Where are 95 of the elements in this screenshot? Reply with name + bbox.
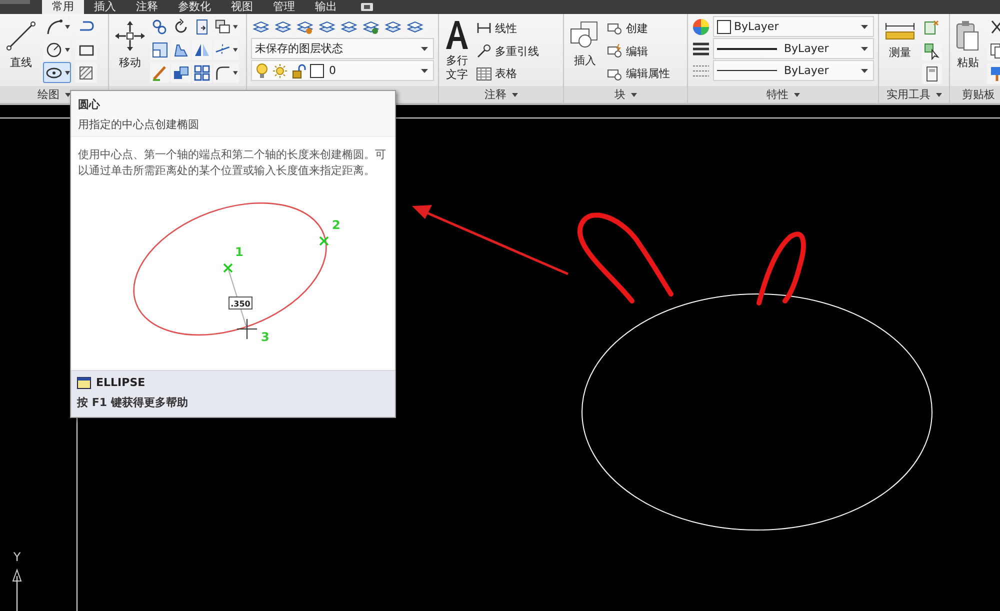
- modify-tool-button[interactable]: [171, 62, 191, 83]
- caret-icon: [630, 92, 636, 96]
- cross-marker: [223, 263, 233, 273]
- color-wheel-icon: [692, 18, 710, 36]
- caret-icon: [861, 68, 868, 72]
- color-swatch: [717, 20, 731, 34]
- layered-squares-icon: [214, 18, 232, 36]
- modify-tool-button[interactable]: [192, 62, 212, 83]
- crosshair-icon: [236, 318, 258, 340]
- panel-title[interactable]: 块: [564, 86, 687, 103]
- circle-icon: [44, 40, 62, 58]
- draw-tool-button[interactable]: [75, 62, 97, 83]
- caret-icon: [936, 92, 942, 96]
- ruler-icon: [884, 20, 916, 42]
- line-button[interactable]: 直线: [3, 16, 39, 84]
- caret-icon: [421, 68, 428, 72]
- line-sample: [717, 48, 777, 50]
- lineweight-dropdown[interactable]: ByLayer: [713, 38, 874, 59]
- multiline-text-button[interactable]: 多行 文字: [442, 16, 472, 84]
- caret-icon: [794, 92, 800, 96]
- caret-icon: [861, 24, 868, 28]
- ribbon-tab[interactable]: 管理: [263, 0, 305, 14]
- select-cursor-icon: [923, 42, 941, 60]
- ribbon-tab[interactable]: 输出: [305, 0, 347, 14]
- caret-icon: [64, 24, 70, 28]
- caret-icon: [233, 70, 238, 74]
- scale-icon: [151, 40, 169, 58]
- y-axis-icon: [12, 568, 22, 611]
- clipboard-icon: [955, 20, 981, 52]
- linetype-dropdown[interactable]: ByLayer: [713, 60, 874, 81]
- block-icon: [607, 43, 623, 59]
- leader-icon: [476, 43, 492, 59]
- layer-state-dropdown[interactable]: 未保存的图层状态: [251, 38, 434, 59]
- arc-icon: [44, 18, 62, 36]
- dimension-value: .350: [228, 296, 252, 310]
- fillet-icon: [214, 64, 232, 82]
- layer-dropdown[interactable]: 0: [251, 60, 434, 81]
- panel-title[interactable]: 注释: [439, 86, 563, 103]
- quick-select-icon: [923, 19, 941, 38]
- paste-button[interactable]: 粘贴: [953, 16, 983, 84]
- measure-button[interactable]: 测量: [882, 16, 918, 84]
- draw-tool-button[interactable]: [43, 62, 71, 83]
- block-tool-button[interactable]: 创建: [607, 18, 670, 39]
- brush-icon: [151, 64, 169, 82]
- caret-icon: [64, 48, 70, 52]
- point-label: 3: [261, 330, 270, 344]
- panel-title[interactable]: 特性: [688, 86, 878, 103]
- line-icon: [5, 20, 37, 52]
- caret-icon: [233, 24, 238, 28]
- annotation-tool-button[interactable]: 表格: [476, 63, 539, 84]
- caret-icon: [512, 92, 518, 96]
- select-similar-button[interactable]: [922, 40, 942, 62]
- unlock-icon: [291, 62, 307, 78]
- lightbulb-icon: [255, 62, 269, 78]
- move-button[interactable]: 移动: [112, 16, 148, 84]
- command-name: ELLIPSE: [96, 376, 146, 389]
- caret-icon: [64, 92, 70, 96]
- table-icon: [476, 66, 492, 82]
- caret-icon: [233, 48, 238, 52]
- color-dropdown[interactable]: ByLayer: [713, 16, 874, 37]
- help-hint: 按 F1 键获得更多帮助: [77, 395, 189, 410]
- annotation-tool-button[interactable]: 多重引线: [476, 40, 539, 62]
- copy-icon: [151, 18, 169, 36]
- point-label: 2: [332, 218, 340, 232]
- sun-icon: [272, 62, 288, 78]
- hatch-icon: [77, 64, 95, 82]
- calculator-button[interactable]: [922, 63, 942, 84]
- cross-marker: [319, 236, 329, 246]
- caret-icon: [64, 70, 70, 74]
- point-label: 1: [235, 245, 244, 259]
- ribbon-tab[interactable]: 参数化: [168, 0, 221, 14]
- modify-tool-button[interactable]: [213, 62, 239, 83]
- caret-icon: [861, 46, 868, 50]
- block-tool-button[interactable]: 编辑属性: [607, 63, 670, 84]
- ribbon-tab[interactable]: 插入: [84, 0, 126, 14]
- caret-icon: [421, 46, 428, 50]
- extrude-icon: [172, 64, 190, 82]
- tooltip-subtitle: 用指定的中心点创建椭圆: [78, 117, 200, 132]
- axis-label: Y: [13, 550, 21, 564]
- panel-title: 剪贴板: [950, 86, 1000, 103]
- ribbon-tab[interactable]: 视图: [221, 0, 263, 14]
- array-icon: [193, 64, 211, 82]
- panel-title[interactable]: 实用工具: [879, 86, 949, 103]
- line-sample: [717, 70, 777, 71]
- color-swatch: [310, 64, 324, 78]
- move-arrows-icon: [114, 20, 146, 52]
- letter-a-icon: [444, 20, 470, 50]
- ribbon-tab[interactable]: 注释: [126, 0, 168, 14]
- annotation-tool-button[interactable]: 线性: [476, 18, 539, 39]
- panel-toggle-icon[interactable]: [361, 3, 373, 11]
- insert-block-button[interactable]: 插入: [567, 16, 603, 84]
- paintbrush-icon: [989, 64, 1000, 83]
- block-tool-button[interactable]: 编辑: [607, 40, 670, 62]
- ribbon-tab[interactable]: 常用: [42, 0, 84, 14]
- tooltip-description: 使用中心点、第一个轴的端点和第二个轴的长度来创建椭圆。可以通过单击所需距离处的某个位置或输入长度值来指定距离。: [77, 147, 387, 179]
